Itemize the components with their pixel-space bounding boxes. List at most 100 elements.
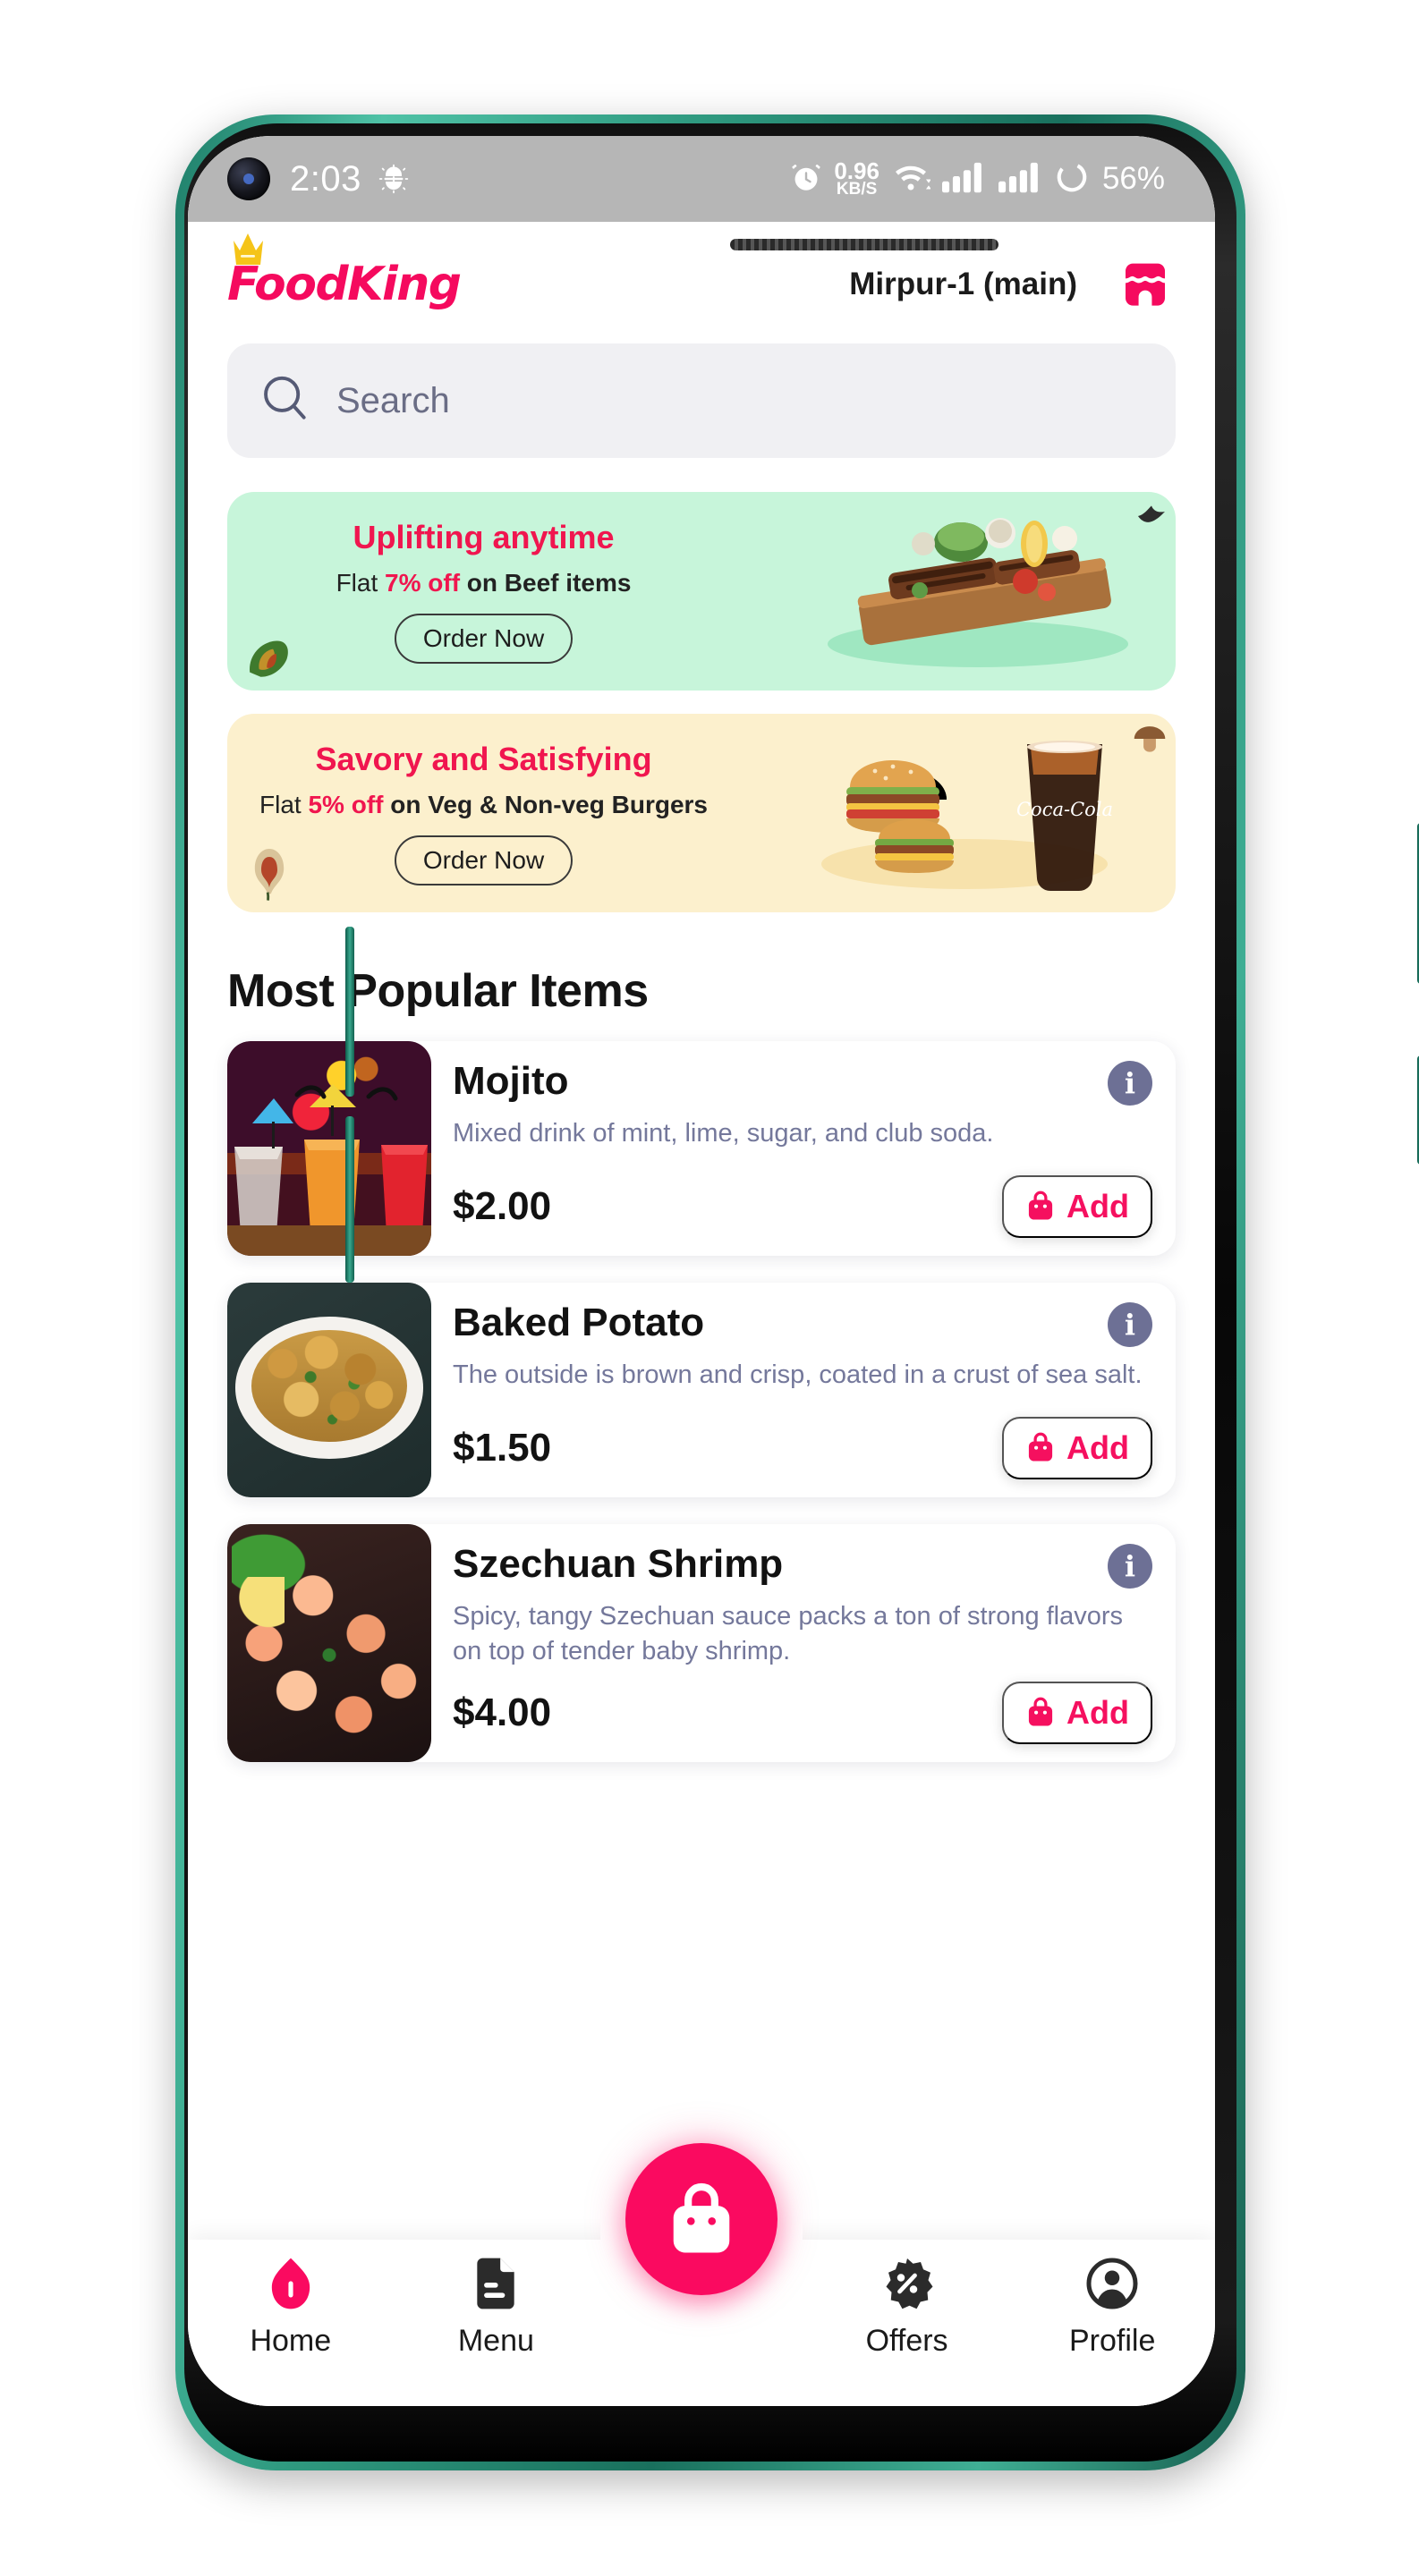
nav-label: Menu [457,2324,534,2358]
add-to-cart-button[interactable]: Add [1002,1417,1152,1479]
potato-heap-shape [251,1329,407,1442]
item-body: Baked Potato i The outside is brown and … [431,1283,1176,1497]
app-header: FoodKing Mirpur-1 (main) [188,222,1215,324]
item-price: $4.00 [453,1690,552,1735]
item-description: Mixed drink of mint, lime, sugar, and cl… [453,1119,994,1148]
item-header-row: Szechuan Shrimp i [453,1542,1152,1589]
nav-item-offers[interactable]: Offers [804,2256,1010,2359]
discount-badge-icon [880,2256,934,2311]
nav-item-home[interactable]: Home [188,2256,394,2359]
network-speed-indicator: 0.96 KB/S [834,157,879,199]
wifi-icon [891,161,931,198]
shopping-bag-icon [1025,1190,1056,1224]
item-description: The outside is brown and crisp, coated i… [453,1360,1143,1389]
item-card[interactable]: Baked Potato i The outside is brown and … [227,1283,1176,1497]
battery-circle-icon [1055,160,1089,199]
promo-sub-suffix: on Veg & Non-veg Burgers [383,791,708,818]
volume-up-button[interactable] [345,927,354,1097]
promo-banner-list: Uplifting anytime Flat 7% off on Beef it… [188,458,1215,912]
info-icon[interactable]: i [1108,1061,1152,1106]
search-section: Search [188,324,1215,458]
promo-sub-prefix: Flat [336,569,386,597]
shopping-bag-icon [1025,1431,1056,1466]
item-thumbnail [227,1283,431,1497]
phone-frame: 2:03 0.96 KB/S 56% FoodKing Mirpur-1 (ma… [175,114,1419,2470]
szechuan-shrimp-pan-image [227,1524,431,1763]
promo-banner[interactable]: Uplifting anytime Flat 7% off on Beef it… [227,492,1176,691]
signal-bars-icon [998,161,1043,198]
menu-doc-icon [472,2256,519,2311]
search-icon [258,371,313,431]
order-now-button[interactable]: Order Now [394,614,574,664]
add-to-cart-label: Add [1066,1188,1129,1224]
search-input[interactable]: Search [227,343,1176,458]
storefront-icon[interactable] [1115,254,1176,315]
item-thumbnail [227,1041,431,1256]
network-speed-value: 0.96 [834,157,879,184]
alarm-clock-icon [790,161,822,198]
monstera-leaf-icon [245,638,292,683]
promo-banner-text: Uplifting anytime Flat 7% off on Beef it… [227,519,733,664]
app-root: 2:03 0.96 KB/S 56% FoodKing Mirpur-1 (ma… [188,136,1215,2406]
main-scroll-area[interactable]: FoodKing Mirpur-1 (main) Search Upliftin… [188,222,1215,2240]
nav-label: Home [250,2324,332,2358]
mushroom-icon [1133,724,1167,758]
home-icon [265,2256,317,2311]
cocktail-glasses-image [227,1041,431,1256]
promo-banner-text: Savory and Satisfying Flat 5% off on Veg… [227,741,733,886]
battery-percent-label: 56% [1101,161,1165,196]
item-footer-row: $2.00 Add [453,1163,1152,1238]
promo-sub-suffix: on Beef items [460,569,632,597]
item-header-row: Mojito i [453,1059,1152,1106]
item-header-row: Baked Potato i [453,1301,1152,1347]
promo-banner-subtitle: Flat 7% off on Beef items [234,569,733,597]
nav-label: Offers [865,2324,948,2358]
item-footer-row: $4.00 Add [453,1669,1152,1745]
lemon-wedge-shape [231,1576,285,1630]
foodking-logo[interactable]: FoodKing [227,233,462,311]
dried-rose-icon [245,845,293,905]
roasted-potatoes-plate-image [227,1283,431,1497]
info-icon[interactable]: i [1108,1544,1152,1589]
nav-label: Profile [1068,2324,1156,2358]
item-body: Mojito i Mixed drink of mint, lime, suga… [431,1041,1176,1256]
nav-item-menu[interactable]: Menu [394,2256,599,2359]
search-placeholder-text: Search [336,380,450,420]
location-label[interactable]: Mirpur-1 (main) [849,267,1077,302]
front-camera-punch-hole [227,157,270,200]
nav-item-profile[interactable]: Profile [1009,2256,1215,2359]
section-title: Most Popular Items [227,965,649,1017]
order-now-button[interactable]: Order Now [394,835,574,886]
burgers-and-cola-image: Coca-Cola [786,714,1170,912]
promo-banner-title: Savory and Satisfying [315,741,652,777]
promo-banner[interactable]: Coca-Cola Savory and Satisfying Flat 5% … [227,714,1176,912]
item-name: Baked Potato [453,1301,705,1344]
cart-floating-action-button[interactable] [625,2143,777,2295]
android-gear-icon [378,163,410,195]
status-bar-clock: 2:03 [290,158,361,199]
phone-screen: 2:03 0.96 KB/S 56% FoodKing Mirpur-1 (ma… [188,136,1215,2406]
bird-icon [1136,503,1167,534]
earpiece-speaker [730,239,998,250]
add-to-cart-button[interactable]: Add [1002,1175,1152,1238]
item-card[interactable]: Szechuan Shrimp i Spicy, tangy Szechuan … [227,1524,1176,1763]
promo-banner-subtitle: Flat 5% off on Veg & Non-veg Burgers [234,791,733,819]
add-to-cart-label: Add [1066,1429,1129,1466]
crown-icon [231,231,277,275]
status-bar: 2:03 0.96 KB/S 56% [188,136,1215,222]
user-circle-icon [1085,2256,1139,2311]
network-speed-unit: KB/S [836,180,878,199]
promo-sub-prefix: Flat [259,791,309,818]
info-icon[interactable]: i [1108,1302,1152,1347]
signal-bars-icon [941,161,987,198]
volume-down-button[interactable] [345,1116,354,1283]
shopping-bag-icon [673,2183,730,2253]
promo-sub-highlight: 7% off [385,569,461,597]
item-name: Mojito [453,1059,569,1103]
item-card[interactable]: Mojito i Mixed drink of mint, lime, suga… [227,1041,1176,1256]
item-name: Szechuan Shrimp [453,1542,784,1586]
grilled-beef-platter-image [786,492,1170,691]
svg-text:Coca-Cola: Coca-Cola [1016,799,1113,820]
add-to-cart-button[interactable]: Add [1002,1682,1152,1745]
item-price: $2.00 [453,1184,552,1228]
